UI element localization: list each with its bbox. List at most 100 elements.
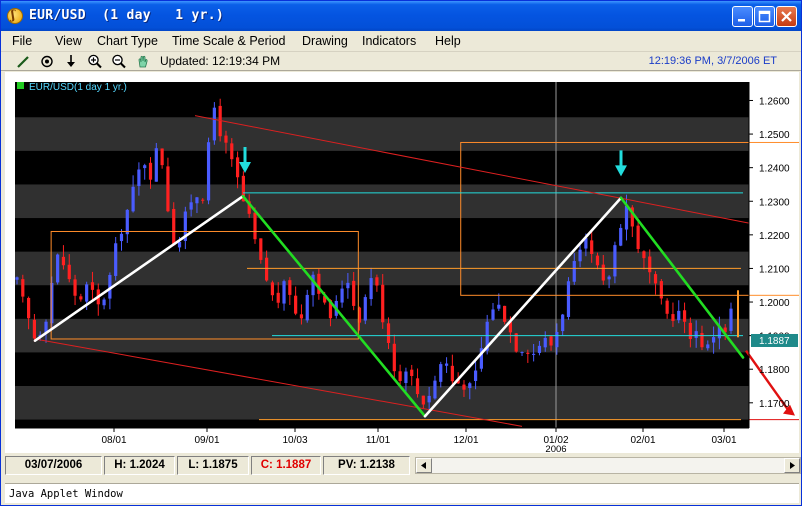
menu-chart-type[interactable]: Chart Type <box>97 34 158 48</box>
close-button[interactable] <box>776 6 797 27</box>
minimize-button[interactable] <box>732 6 753 27</box>
maximize-button[interactable] <box>754 6 775 27</box>
menu-drawing[interactable]: Drawing <box>302 34 348 48</box>
scroll-left-button[interactable] <box>416 458 432 473</box>
quote-close: C: 1.1887 <box>251 456 321 475</box>
window-title: EUR/USD (1 day 1 yr.) <box>29 8 225 23</box>
candle-body <box>375 277 379 286</box>
candle-body <box>572 261 576 282</box>
candle-body <box>172 208 176 246</box>
down-arrow-icon <box>67 55 75 67</box>
price-chart-svg[interactable]: 1.2600 1.2500 1.2400 1.2300 1.2200 1.2100 1.20… <box>5 72 799 453</box>
current-price-label: 1.1887 <box>759 336 790 347</box>
candle-body <box>398 371 402 381</box>
quote-high: H: 1.2024 <box>104 456 175 475</box>
candle-body <box>607 276 611 280</box>
candle-body <box>648 256 652 273</box>
candle-body <box>299 314 304 319</box>
candle-body <box>253 212 257 240</box>
candle-body <box>613 245 617 277</box>
candle-body <box>636 225 640 249</box>
candle-body <box>537 345 542 353</box>
candle-body <box>688 322 692 340</box>
candle-body <box>102 299 106 306</box>
applet-status-text: Java Applet Window <box>9 488 123 500</box>
x-tick-label: 03/01 <box>711 435 736 446</box>
maximize-icon <box>758 10 771 23</box>
menu-view[interactable]: View <box>55 34 82 48</box>
chart-legend: EUR/USD(1 day 1 yr.) <box>29 82 127 93</box>
candle-body <box>288 280 292 295</box>
java-applet-icon[interactable]: ʃ <box>7 8 23 24</box>
candle-body <box>85 284 89 302</box>
candle-body <box>694 331 698 338</box>
candle-body <box>259 238 263 260</box>
candle-body <box>433 380 437 399</box>
x-tick-label: 08/01 <box>101 435 126 446</box>
candle-body <box>27 297 31 319</box>
candle-body <box>503 305 507 322</box>
zoom-in-tool[interactable] <box>86 53 104 70</box>
candle-body <box>682 310 687 322</box>
menu-time-scale-period[interactable]: Time Scale & Period <box>172 34 285 48</box>
title-bar[interactable]: ʃ EUR/USD (1 day 1 yr.) <box>1 1 801 31</box>
candle-body <box>415 378 420 395</box>
zoom-out-tool[interactable] <box>110 53 128 70</box>
price-chart[interactable]: 1.2600 1.2500 1.2400 1.2300 1.2200 1.2100 1.20… <box>5 72 799 453</box>
candle-body <box>520 352 524 354</box>
y-tick-label: 1.2000 <box>759 298 790 309</box>
quote-status-bar: 03/07/2006 H: 1.2024 L: 1.1875 C: 1.1887… <box>5 456 801 476</box>
candle-body <box>32 319 37 339</box>
candle-body <box>189 202 193 210</box>
candle-body <box>526 352 530 354</box>
menu-indicators[interactable]: Indicators <box>362 34 416 48</box>
candle-body <box>497 304 501 309</box>
candle-body <box>195 197 199 204</box>
candle-body <box>67 264 71 280</box>
candle-body <box>624 205 629 230</box>
scroll-right-button[interactable] <box>784 458 800 473</box>
candle-body <box>578 249 582 262</box>
candle-body <box>671 314 675 321</box>
draw-line-tool[interactable] <box>15 53 33 70</box>
scroll-down-tool[interactable] <box>62 53 80 70</box>
candle-body <box>561 314 565 332</box>
quote-low: L: 1.1875 <box>177 456 249 475</box>
candle-body <box>206 142 211 201</box>
candle-body <box>282 281 286 304</box>
zoom-out-icon <box>112 54 126 69</box>
candle-body <box>653 274 658 284</box>
candle-body <box>386 323 391 343</box>
candle-body <box>381 284 385 323</box>
candle-body <box>61 256 66 266</box>
y-tick-label: 1.2400 <box>759 164 790 175</box>
y-tick-label: 1.2500 <box>759 130 790 141</box>
candle-body <box>131 186 135 212</box>
candle-body <box>276 292 280 303</box>
candle-body <box>166 166 170 212</box>
x-tick-label: 12/01 <box>453 435 478 446</box>
candle-body <box>392 343 396 372</box>
right-arrow-icon <box>790 462 795 469</box>
candle-body <box>90 282 95 290</box>
candle-body <box>352 280 356 306</box>
candle-body <box>363 297 367 321</box>
horizontal-scrollbar[interactable] <box>415 457 801 474</box>
candle-body <box>665 300 669 314</box>
candle-body <box>230 143 234 160</box>
candle-body <box>79 296 83 300</box>
menu-file[interactable]: File <box>12 34 32 48</box>
hand-tool[interactable] <box>134 53 152 70</box>
candle-body <box>729 308 733 331</box>
candle-body <box>125 209 129 235</box>
candle-body <box>148 162 153 180</box>
candle-body <box>15 277 19 280</box>
menu-help[interactable]: Help <box>435 34 461 48</box>
close-icon <box>781 11 792 22</box>
candle-body <box>369 278 373 300</box>
candle-body <box>659 281 663 299</box>
candle-body <box>706 344 710 349</box>
crosshair-tool[interactable] <box>38 53 56 70</box>
legend-swatch <box>17 82 24 89</box>
last-updated: Updated: 12:19:34 PM <box>160 54 281 68</box>
